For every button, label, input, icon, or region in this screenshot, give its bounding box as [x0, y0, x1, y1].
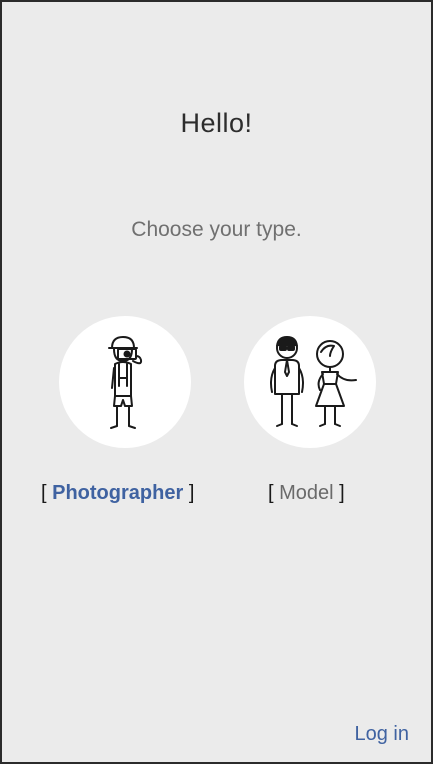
- open-bracket: [: [41, 482, 47, 504]
- photographer-option-button[interactable]: [59, 316, 191, 448]
- close-bracket: ]: [188, 482, 195, 504]
- close-bracket: ]: [339, 482, 345, 504]
- greeting-title: Hello!: [180, 108, 253, 138]
- photographer-icon: [108, 336, 143, 429]
- photographer-label-text: Photographer: [52, 482, 184, 504]
- models-couple-icon: [270, 336, 357, 427]
- choose-type-screen: Hello! Choose your type. [Photographer …: [0, 0, 433, 764]
- open-bracket: [: [268, 482, 274, 504]
- model-label-link[interactable]: [ Model ]: [268, 482, 345, 505]
- login-link[interactable]: Log in: [355, 723, 410, 746]
- model-label-text: Model: [279, 482, 334, 504]
- photographer-label-link[interactable]: [ Photographer ]: [41, 482, 194, 505]
- choose-type-prompt: Choose your type.: [131, 218, 302, 241]
- model-option-button[interactable]: [244, 316, 376, 448]
